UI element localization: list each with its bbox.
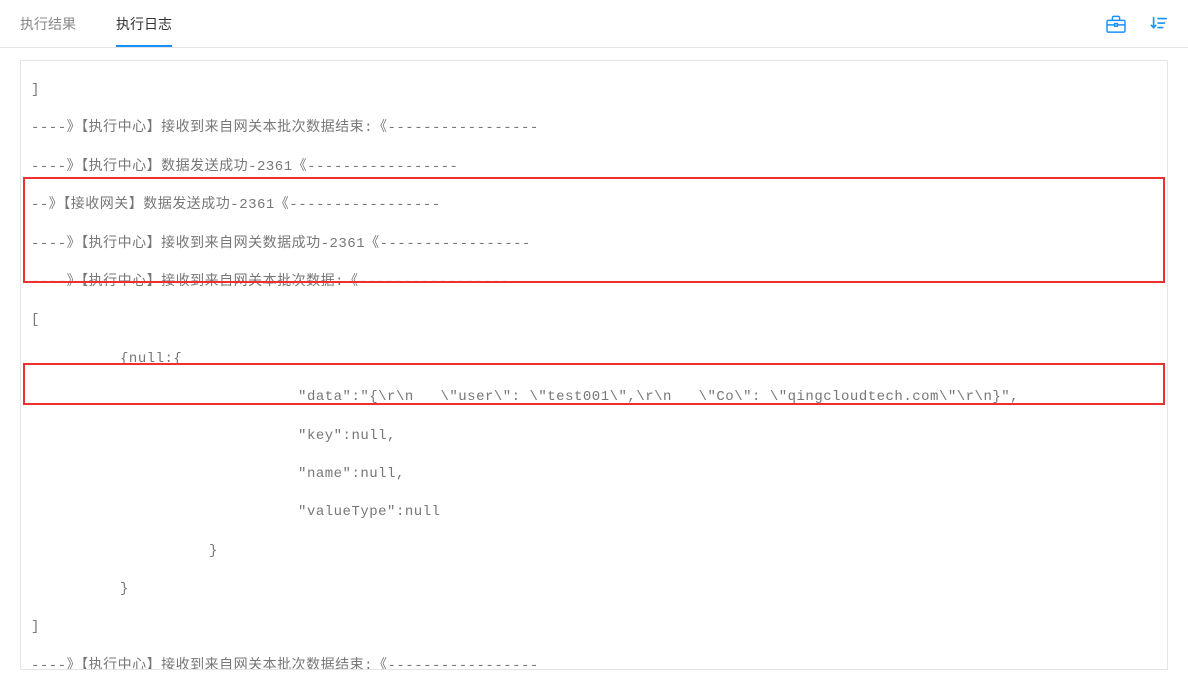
log-line: ----》【执行中心】数据发送成功-2361《----------------- (31, 148, 1157, 186)
log-line: {null:{ (31, 340, 1157, 378)
header-actions (1106, 15, 1168, 33)
log-line: } (31, 532, 1157, 570)
log-line: ----》【执行中心】接收到来自网关数据成功-2361《------------… (31, 225, 1157, 263)
tab-log-label: 执行日志 (116, 14, 172, 34)
log-line: "name":null, (31, 455, 1157, 493)
log-line: --》【接收网关】数据发送成功-2361《----------------- (31, 186, 1157, 224)
log-container: ] ----》【执行中心】接收到来自网关本批次数据结束:《-----------… (20, 60, 1168, 670)
log-line: ] (31, 608, 1157, 646)
tab-log[interactable]: 执行日志 (116, 0, 172, 47)
tabs: 执行结果 执行日志 (20, 0, 172, 47)
log-line: ----》【执行中心】接收到来自网关本批次数据结束:《-------------… (31, 109, 1157, 147)
log-line: ----》【执行中心】接收到来自网关本批次数据结束:《-------------… (31, 647, 1157, 670)
log-line: "key":null, (31, 417, 1157, 455)
tab-result[interactable]: 执行结果 (20, 0, 76, 47)
sort-icon[interactable] (1150, 15, 1168, 33)
toolbox-icon[interactable] (1106, 15, 1126, 33)
tab-result-label: 执行结果 (20, 14, 76, 34)
log-line: "valueType":null (31, 493, 1157, 531)
log-line: "data":"{\r\n \"user\": \"test001\",\r\n… (31, 378, 1157, 416)
header: 执行结果 执行日志 (0, 0, 1188, 48)
log-line: ] (31, 71, 1157, 109)
log-line: } (31, 570, 1157, 608)
log-line: ----》【执行中心】接收到来自网关本批次数据:《---------------… (31, 263, 1157, 301)
log-line: [ (31, 301, 1157, 339)
